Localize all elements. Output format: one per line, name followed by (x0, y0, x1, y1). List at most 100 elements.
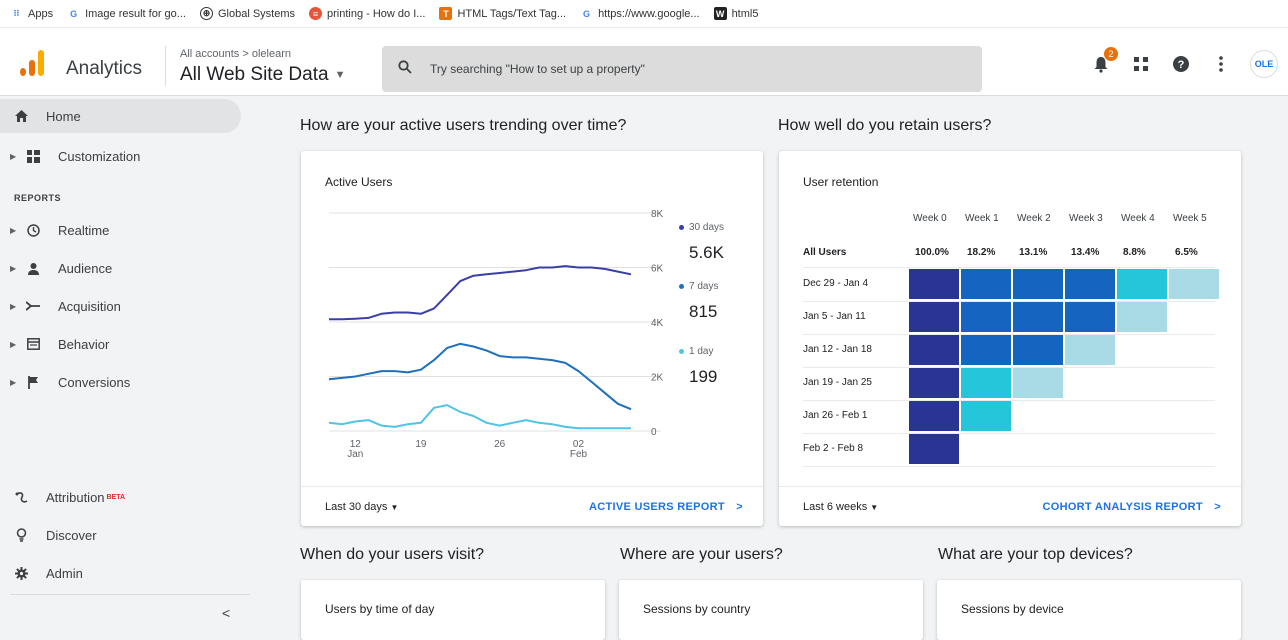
series-line-1-day (328, 404, 631, 430)
retention-cell (1065, 302, 1115, 332)
retention-cell (909, 335, 959, 365)
retention-cell (961, 401, 1011, 431)
retention-cell (1013, 302, 1063, 332)
bookmark-apps[interactable]: ⁝⁝ Apps (10, 7, 53, 20)
card-title: Sessions by country (643, 602, 751, 616)
section-title-where: Where are your users? (620, 546, 783, 563)
bookmark-google[interactable]: Ghttps://www.google... (580, 7, 700, 20)
all-users-value: 8.8% (1123, 247, 1146, 258)
property-selector[interactable]: All Web Site Data ▼ (180, 64, 345, 86)
apps-grid-icon: ⁝⁝ (13, 8, 20, 18)
row-divider (803, 433, 1215, 434)
search-placeholder: Try searching "How to set up a property" (430, 62, 645, 76)
section-title-active-users: How are your active users trending over … (300, 117, 627, 134)
sidebar: Home ▶ Customization REPORTS ▶ Realtime … (0, 97, 258, 621)
sidebar-item-customization[interactable]: ▶ Customization (10, 139, 240, 173)
avatar[interactable]: OLE (1250, 50, 1278, 78)
apps-grid-icon[interactable] (1130, 53, 1152, 75)
dashboard-icon (22, 149, 44, 163)
retention-cell (1065, 335, 1115, 365)
sidebar-item-home[interactable]: Home (0, 99, 241, 133)
chevron-right-icon: > (736, 501, 743, 513)
sidebar-item-acquisition[interactable]: ▶ Acquisition (10, 289, 240, 323)
legend-value-7-days: 815 (689, 302, 718, 321)
stack-icon: ≡ (309, 7, 322, 20)
property-name: All Web Site Data (180, 64, 329, 85)
expand-arrow-icon: ▶ (10, 377, 17, 387)
retention-cell (961, 302, 1011, 332)
time-of-day-card: Users by time of day (301, 580, 605, 640)
active-users-card: Active Users 8K 6K 4K 2K 0 12 Jan 19 26 02 Feb 30 … (301, 151, 763, 526)
legend-value-30-days: 5.6K (689, 243, 724, 262)
section-title-retention: How well do you retain users? (778, 117, 992, 134)
all-users-label: All Users (803, 247, 847, 258)
search-bar[interactable]: Try searching "How to set up a property" (382, 46, 982, 92)
legend-value-1-day: 199 (689, 367, 718, 386)
cohort-label: Jan 12 - Jan 18 (803, 344, 872, 355)
sidebar-item-attribution[interactable]: Attribution BETA (10, 480, 240, 514)
cohort-analysis-report-link[interactable]: COHORT ANALYSIS REPORT > (1042, 501, 1221, 513)
week-header: Week 5 (1173, 213, 1207, 224)
account-breadcrumb[interactable]: All accounts > olelearn (180, 48, 291, 60)
bookmark-label: https://www.google... (598, 7, 700, 20)
bookmark-label: HTML Tags/Text Tag... (457, 7, 567, 20)
bookmark-label: Apps (28, 7, 54, 20)
expand-arrow-icon: ▶ (10, 263, 17, 273)
retention-cell (909, 368, 959, 398)
country-card: Sessions by country (619, 580, 923, 640)
sidebar-item-label: Behavior (58, 336, 110, 352)
more-vert-icon[interactable] (1210, 53, 1232, 75)
y-tick-label: 8K (651, 209, 664, 220)
sidebar-item-audience[interactable]: ▶ Audience (10, 251, 240, 285)
y-tick-label: 4K (651, 318, 664, 329)
bookmark-html5[interactable]: Whtml5 (713, 7, 758, 20)
bookmark-image-result[interactable]: G Image result for go... (67, 7, 186, 20)
analytics-logo-icon[interactable] (20, 50, 44, 76)
card-title: Active Users (325, 175, 393, 189)
all-users-value: 13.1% (1019, 247, 1048, 258)
sidebar-item-discover[interactable]: Discover (10, 518, 240, 552)
date-range-dropdown[interactable]: Last 6 weeks ▼ (803, 501, 878, 513)
card-footer: Last 30 days ▼ ACTIVE USERS REPORT > (301, 486, 763, 526)
all-users-value: 18.2% (967, 247, 996, 258)
card-title: Users by time of day (325, 602, 435, 616)
y-tick-label: 2K (651, 373, 664, 384)
legend-dot (679, 284, 684, 289)
globe-icon: ⊕ (199, 7, 213, 20)
bookmark-printing[interactable]: ≡ printing - How do I... (309, 7, 425, 20)
collapse-sidebar-chevron-left-icon[interactable]: < (222, 605, 230, 621)
sidebar-item-behavior[interactable]: ▶ Behavior (10, 327, 240, 361)
sidebar-item-admin[interactable]: Admin (10, 556, 240, 590)
x-tick-label: 26 (494, 439, 506, 450)
bookmark-global-systems[interactable]: ⊕ Global Systems (199, 7, 295, 20)
legend-dot (679, 225, 684, 230)
notifications-bell-icon[interactable]: 2 (1090, 47, 1118, 75)
week-header: Week 4 (1121, 213, 1155, 224)
row-divider (803, 267, 1215, 268)
bookmark-label: printing - How do I... (327, 7, 426, 20)
date-range-dropdown[interactable]: Last 30 days ▼ (325, 501, 398, 513)
retention-cell (961, 368, 1011, 398)
app-name: Analytics (66, 58, 143, 79)
device-card: Sessions by device (937, 580, 1241, 640)
retention-cell (1013, 368, 1063, 398)
sidebar-divider (10, 594, 250, 595)
cohort-label: Feb 2 - Feb 8 (803, 443, 864, 454)
expand-arrow-icon: ▶ (10, 225, 17, 235)
legend-30-days: 30 days (679, 222, 724, 233)
sidebar-item-label: Discover (46, 527, 97, 543)
bookmark-label: Image result for go... (85, 7, 186, 20)
sidebar-item-conversions[interactable]: ▶ Conversions (10, 365, 240, 399)
header-actions: 2 ? OLE (1072, 47, 1278, 78)
bookmark-html-tags[interactable]: T HTML Tags/Text Tag... (439, 7, 566, 20)
google-icon: G (70, 8, 78, 19)
active-users-report-link[interactable]: ACTIVE USERS REPORT > (589, 501, 743, 513)
sidebar-item-label: Audience (58, 260, 113, 276)
flag-icon (22, 375, 44, 389)
expand-arrow-icon: ▶ (10, 301, 17, 311)
help-icon[interactable]: ? (1170, 53, 1192, 75)
legend-7-days: 7 days (679, 281, 718, 292)
sidebar-item-realtime[interactable]: ▶ Realtime (10, 213, 240, 247)
retention-cell (909, 401, 959, 431)
reports-section-label: REPORTS (14, 193, 62, 203)
